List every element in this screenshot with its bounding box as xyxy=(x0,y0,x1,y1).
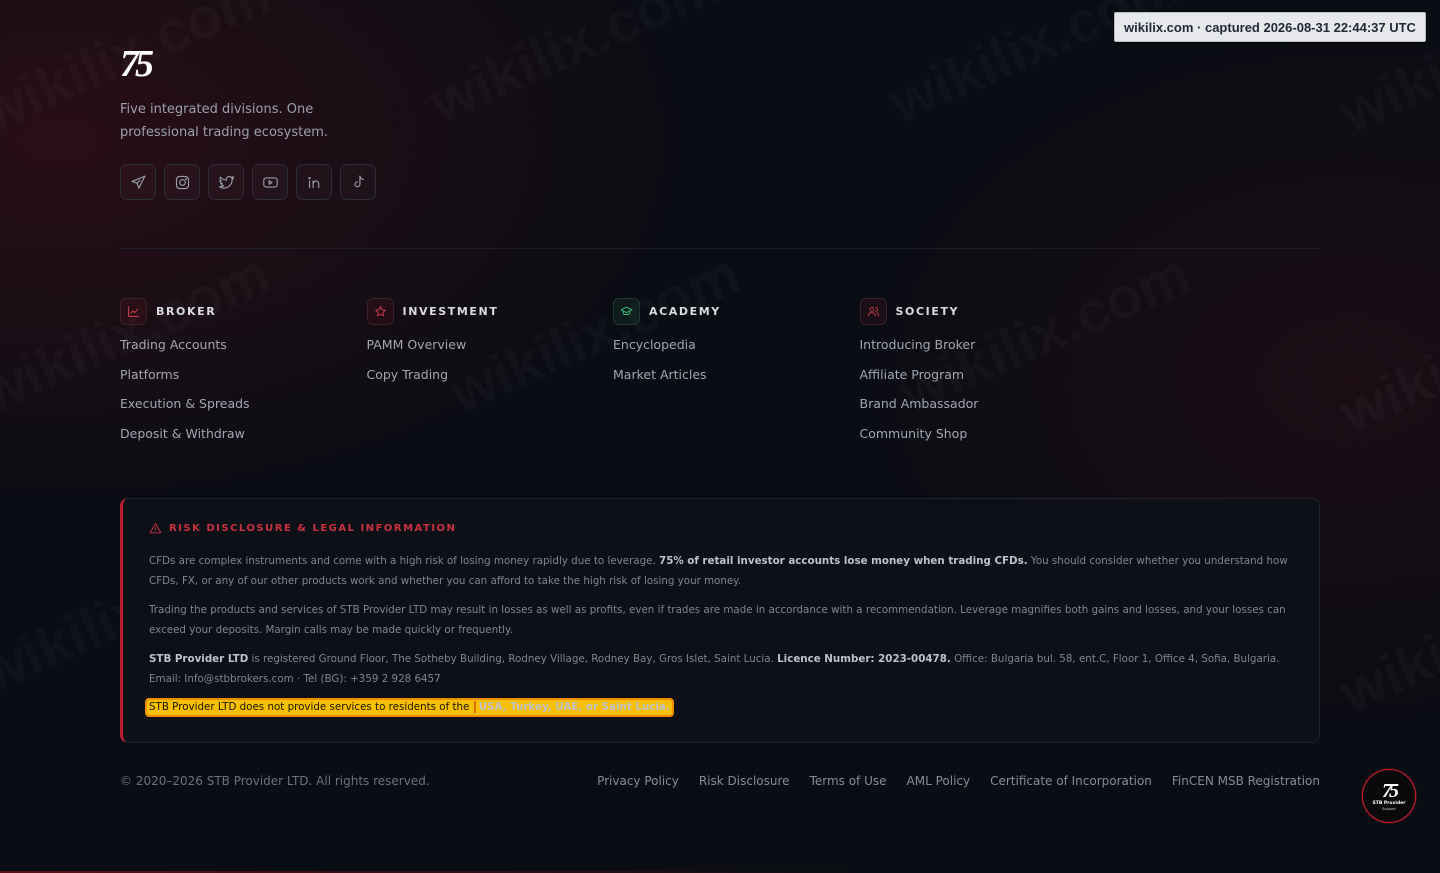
link-trading-accounts[interactable]: Trading Accounts xyxy=(120,335,367,355)
column-header: ACADEMY xyxy=(613,297,860,325)
column-header: INVESTMENT xyxy=(366,297,614,325)
link-brand-ambassador[interactable]: Brand Ambassador xyxy=(860,394,1107,414)
link-privacy-policy[interactable]: Privacy Policy xyxy=(597,774,679,788)
link-market-articles[interactable]: Market Articles xyxy=(613,365,860,385)
telegram-icon xyxy=(131,175,145,189)
youtube-icon xyxy=(262,176,278,188)
telegram-button[interactable] xyxy=(120,164,156,200)
column-icon-box xyxy=(613,297,640,325)
risk-paragraph-1: CFDs are complex instruments and come wi… xyxy=(149,555,1288,587)
support-logo: 75 xyxy=(1382,780,1399,802)
link-encyclopedia[interactable]: Encyclopedia xyxy=(613,335,860,355)
link-deposit-withdraw[interactable]: Deposit & Withdraw xyxy=(120,424,367,444)
star-icon xyxy=(374,305,386,316)
instagram-button[interactable] xyxy=(164,164,200,200)
link-terms-of-use[interactable]: Terms of Use xyxy=(810,774,887,788)
chart-icon xyxy=(128,305,139,317)
column-header: SOCIETY xyxy=(859,297,1107,325)
column-title: INVESTMENT xyxy=(402,304,499,318)
column-icon-box xyxy=(120,297,147,325)
column-title: ACADEMY xyxy=(649,304,721,318)
twitter-button[interactable] xyxy=(208,164,244,200)
instagram-icon xyxy=(175,175,189,189)
restriction-highlight: STB Provider LTD does not provide servic… xyxy=(145,698,674,717)
column-icon-box xyxy=(366,297,394,325)
capture-badge: wikilix.com · captured 2026-08-31 22:44:… xyxy=(1114,12,1426,42)
service-restriction: STB Provider LTD does not provide servic… xyxy=(145,698,1293,718)
column-title: SOCIETY xyxy=(895,304,960,318)
footer-columns: BROKER Trading Accounts Platforms Execut… xyxy=(120,297,1106,454)
warning-icon xyxy=(149,523,162,534)
link-pamm-overview[interactable]: PAMM Overview xyxy=(367,335,614,355)
column-header: BROKER xyxy=(120,297,367,325)
risk-title: RISK DISCLOSURE & LEGAL INFORMATION xyxy=(169,523,457,534)
column-academy: ACADEMY Encyclopedia Market Articles xyxy=(613,297,860,454)
link-community-shop[interactable]: Community Shop xyxy=(860,424,1107,444)
watermark: wikilix.com xyxy=(1330,260,1440,447)
link-affiliate-program[interactable]: Affiliate Program xyxy=(860,365,1107,385)
legal-links: Privacy Policy Risk Disclosure Terms of … xyxy=(597,774,1320,788)
tiktok-button[interactable] xyxy=(340,164,376,200)
twitter-icon xyxy=(218,175,234,189)
watermark: wikilix.com xyxy=(1330,540,1440,727)
linkedin-button[interactable] xyxy=(296,164,332,200)
copyright: © 2020–2026 STB Provider LTD. All rights… xyxy=(120,774,430,788)
risk-disclosure-panel: RISK DISCLOSURE & LEGAL INFORMATION CFDs… xyxy=(120,498,1320,743)
column-icon-box xyxy=(859,297,887,325)
column-title: BROKER xyxy=(156,304,217,318)
link-execution-spreads[interactable]: Execution & Spreads xyxy=(120,394,367,414)
risk-paragraph-3: STB Provider LTD is registered Ground Fl… xyxy=(149,653,1280,685)
youtube-button[interactable] xyxy=(252,164,288,200)
risk-paragraph-2: Trading the products and services of STB… xyxy=(149,604,1286,636)
link-fincen-msb-registration[interactable]: FinCEN MSB Registration xyxy=(1172,774,1320,788)
users-icon xyxy=(867,306,879,316)
column-society: SOCIETY Introducing Broker Affiliate Pro… xyxy=(859,297,1107,454)
column-broker: BROKER Trading Accounts Platforms Execut… xyxy=(120,297,367,454)
tiktok-icon xyxy=(353,175,364,187)
graduation-cap-icon xyxy=(620,306,633,315)
linkedin-icon xyxy=(307,176,319,188)
footer-divider xyxy=(120,248,1320,249)
brand-logo[interactable]: 75 xyxy=(120,44,156,84)
support-chat-button[interactable]: 75 STB Provider Support xyxy=(1362,769,1416,823)
link-certificate-of-incorporation[interactable]: Certificate of Incorporation xyxy=(990,774,1152,788)
brand-tagline: Five integrated divisions. One professio… xyxy=(120,102,329,140)
social-links xyxy=(120,164,376,200)
column-investment: INVESTMENT PAMM Overview Copy Trading xyxy=(366,297,614,454)
link-risk-disclosure[interactable]: Risk Disclosure xyxy=(699,774,790,788)
link-aml-policy[interactable]: AML Policy xyxy=(907,774,971,788)
support-sublabel: Support xyxy=(1382,807,1396,811)
risk-header: RISK DISCLOSURE & LEGAL INFORMATION xyxy=(149,522,1293,535)
link-introducing-broker[interactable]: Introducing Broker xyxy=(860,335,1107,355)
link-platforms[interactable]: Platforms xyxy=(120,365,367,385)
link-copy-trading[interactable]: Copy Trading xyxy=(367,365,614,385)
watermark: wikilix.com xyxy=(420,0,730,137)
